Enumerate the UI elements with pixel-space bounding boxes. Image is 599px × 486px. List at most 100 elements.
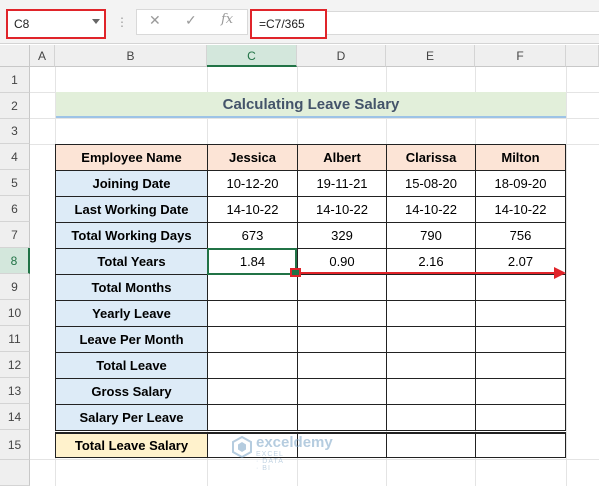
row-label-cell[interactable]: Last Working Date xyxy=(55,196,208,223)
row-label-cell[interactable]: Leave Per Month xyxy=(55,326,208,353)
row-label-cell[interactable]: Total Years xyxy=(55,248,208,275)
row-header-10[interactable]: 10 xyxy=(0,300,30,326)
active-cell-border xyxy=(207,248,297,275)
title-cell[interactable]: Calculating Leave Salary xyxy=(56,92,566,118)
data-cell[interactable] xyxy=(297,326,387,353)
data-cell[interactable] xyxy=(207,300,298,327)
row-label-cell[interactable]: Gross Salary xyxy=(55,378,208,405)
column-header-a[interactable]: A xyxy=(30,45,55,67)
watermark-tagline: EXCEL · DATA · BI xyxy=(256,451,284,472)
arrow-right-icon xyxy=(554,267,566,279)
column-header-g[interactable] xyxy=(566,45,599,67)
data-cell[interactable] xyxy=(386,352,476,379)
name-box[interactable]: C8 xyxy=(6,9,106,39)
total-value-cell[interactable] xyxy=(475,432,566,458)
data-cell[interactable] xyxy=(207,378,298,405)
data-cell[interactable]: 14-10-22 xyxy=(475,196,566,223)
row-label-cell[interactable]: Total Working Days xyxy=(55,222,208,249)
data-cell[interactable] xyxy=(386,404,476,431)
data-cell[interactable]: 0.90 xyxy=(297,248,387,275)
column-header-e[interactable]: E xyxy=(386,45,475,67)
data-cell[interactable]: 790 xyxy=(386,222,476,249)
data-cell[interactable]: 18-09-20 xyxy=(475,170,566,197)
data-cell[interactable] xyxy=(297,274,387,301)
data-cell[interactable] xyxy=(475,404,566,431)
row-header-11[interactable]: 11 xyxy=(0,326,30,352)
data-cell[interactable] xyxy=(297,378,387,405)
page-title: Calculating Leave Salary xyxy=(222,96,400,113)
row-header-16[interactable] xyxy=(0,460,30,486)
data-cell[interactable]: 2.07 xyxy=(475,248,566,275)
formula-input[interactable]: =C7/365 xyxy=(250,9,327,39)
data-cell[interactable] xyxy=(297,404,387,431)
gridline xyxy=(30,118,599,119)
watermark-name: exceldemy xyxy=(256,434,333,451)
column-header-b[interactable]: B xyxy=(55,45,207,67)
name-box-value: C8 xyxy=(14,17,30,31)
table-header-cell[interactable]: Employee Name xyxy=(55,144,208,171)
data-cell[interactable] xyxy=(386,300,476,327)
data-cell[interactable]: 10-12-20 xyxy=(207,170,298,197)
row-header-8[interactable]: 8 xyxy=(0,248,30,274)
data-cell[interactable]: 14-10-22 xyxy=(207,196,298,223)
row-label-cell[interactable]: Joining Date xyxy=(55,170,208,197)
column-header-d[interactable]: D xyxy=(297,45,386,67)
column-header-f[interactable]: F xyxy=(475,45,566,67)
table-header-cell[interactable]: Albert xyxy=(297,144,387,171)
enter-icon[interactable]: ✓ xyxy=(185,12,197,29)
data-cell[interactable]: 2.16 xyxy=(386,248,476,275)
data-cell[interactable] xyxy=(475,378,566,405)
column-header-c[interactable]: C xyxy=(207,45,297,67)
row-label-cell[interactable]: Salary Per Leave xyxy=(55,404,208,431)
data-cell[interactable]: 14-10-22 xyxy=(297,196,387,223)
cancel-icon[interactable]: ✕ xyxy=(149,12,161,29)
row-header-3[interactable]: 3 xyxy=(0,119,30,144)
data-cell[interactable] xyxy=(475,274,566,301)
row-header-2[interactable]: 2 xyxy=(0,93,30,119)
data-cell[interactable] xyxy=(475,326,566,353)
formula-input-extension[interactable] xyxy=(327,11,599,35)
row-header-15[interactable]: 15 xyxy=(0,430,30,460)
row-label-cell[interactable]: Total Leave xyxy=(55,352,208,379)
select-all-corner[interactable] xyxy=(0,45,30,67)
total-value-cell[interactable] xyxy=(386,432,476,458)
insert-function-icon[interactable]: fx xyxy=(221,12,233,27)
formula-text: =C7/365 xyxy=(259,17,305,31)
row-header-7[interactable]: 7 xyxy=(0,222,30,248)
fill-handle[interactable] xyxy=(290,268,301,277)
total-label-cell[interactable]: Total Leave Salary xyxy=(55,432,208,458)
data-cell[interactable] xyxy=(386,378,476,405)
data-cell[interactable]: 15-08-20 xyxy=(386,170,476,197)
data-cell[interactable] xyxy=(386,326,476,353)
data-cell[interactable]: 329 xyxy=(297,222,387,249)
data-cell[interactable]: 14-10-22 xyxy=(386,196,476,223)
data-cell[interactable]: 756 xyxy=(475,222,566,249)
data-cell[interactable] xyxy=(475,300,566,327)
data-cell[interactable] xyxy=(207,274,298,301)
row-header-5[interactable]: 5 xyxy=(0,170,30,196)
row-header-13[interactable]: 13 xyxy=(0,378,30,404)
data-cell[interactable]: 19-11-21 xyxy=(297,170,387,197)
row-header-12[interactable]: 12 xyxy=(0,352,30,378)
row-label-cell[interactable]: Yearly Leave xyxy=(55,300,208,327)
row-label-cell[interactable]: Total Months xyxy=(55,274,208,301)
table-header-cell[interactable]: Clarissa xyxy=(386,144,476,171)
data-cell[interactable]: 673 xyxy=(207,222,298,249)
table-header-cell[interactable]: Milton xyxy=(475,144,566,171)
row-header-14[interactable]: 14 xyxy=(0,404,30,430)
data-cell[interactable] xyxy=(207,352,298,379)
formula-buttons: ✕ ✓ fx xyxy=(136,9,248,35)
gridline xyxy=(30,459,599,460)
data-cell[interactable] xyxy=(297,300,387,327)
row-header-6[interactable]: 6 xyxy=(0,196,30,222)
row-header-4[interactable]: 4 xyxy=(0,144,30,170)
data-cell[interactable] xyxy=(475,352,566,379)
chevron-down-icon[interactable] xyxy=(92,19,100,24)
row-header-1[interactable]: 1 xyxy=(0,67,30,93)
data-cell[interactable] xyxy=(207,404,298,431)
data-cell[interactable] xyxy=(207,326,298,353)
row-header-9[interactable]: 9 xyxy=(0,274,30,300)
table-header-cell[interactable]: Jessica xyxy=(207,144,298,171)
data-cell[interactable] xyxy=(297,352,387,379)
data-cell[interactable] xyxy=(386,274,476,301)
